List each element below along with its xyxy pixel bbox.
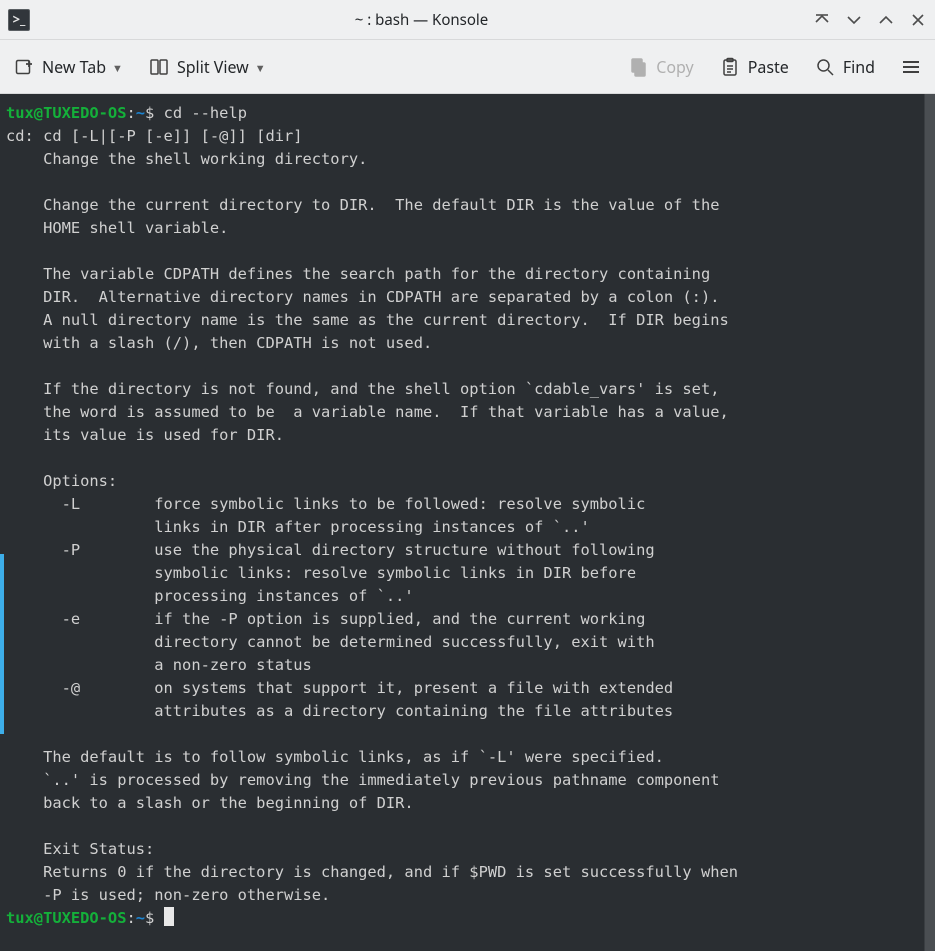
toolbar: New Tab ▼ Split View ▼ Copy	[0, 40, 935, 94]
new-tab-button[interactable]: New Tab ▼	[14, 56, 123, 78]
minimize-icon[interactable]	[845, 11, 863, 29]
chevron-down-icon: ▼	[255, 61, 266, 76]
hamburger-menu-button[interactable]	[901, 57, 921, 77]
new-tab-label: New Tab	[42, 56, 106, 78]
terminal-activity-indicator	[0, 94, 4, 951]
keep-above-icon[interactable]	[813, 11, 831, 29]
paste-label: Paste	[748, 56, 789, 78]
scrollbar[interactable]	[924, 94, 935, 951]
scrollbar-thumb[interactable]	[925, 94, 935, 608]
find-button[interactable]: Find	[815, 56, 875, 78]
search-icon	[815, 57, 835, 77]
konsole-app-icon: >_	[8, 9, 30, 31]
maximize-icon[interactable]	[877, 11, 895, 29]
copy-button[interactable]: Copy	[628, 56, 693, 78]
new-tab-icon	[14, 57, 34, 77]
find-label: Find	[843, 56, 875, 78]
paste-button[interactable]: Paste	[720, 56, 789, 78]
paste-icon	[720, 57, 740, 77]
titlebar: >_ ~ : bash — Konsole	[0, 0, 935, 40]
split-view-button[interactable]: Split View ▼	[149, 56, 266, 78]
copy-label: Copy	[656, 56, 693, 78]
chevron-down-icon: ▼	[112, 61, 123, 76]
window-title: ~ : bash — Konsole	[30, 10, 813, 30]
terminal-output[interactable]: tux@TUXEDO-OS:~$ cd --help cd: cd [-L|[-…	[4, 94, 924, 951]
close-icon[interactable]	[909, 11, 927, 29]
copy-icon	[628, 57, 648, 77]
terminal[interactable]: tux@TUXEDO-OS:~$ cd --help cd: cd [-L|[-…	[0, 94, 935, 951]
split-view-icon	[149, 57, 169, 77]
split-view-label: Split View	[177, 56, 249, 78]
hamburger-icon	[901, 57, 921, 77]
